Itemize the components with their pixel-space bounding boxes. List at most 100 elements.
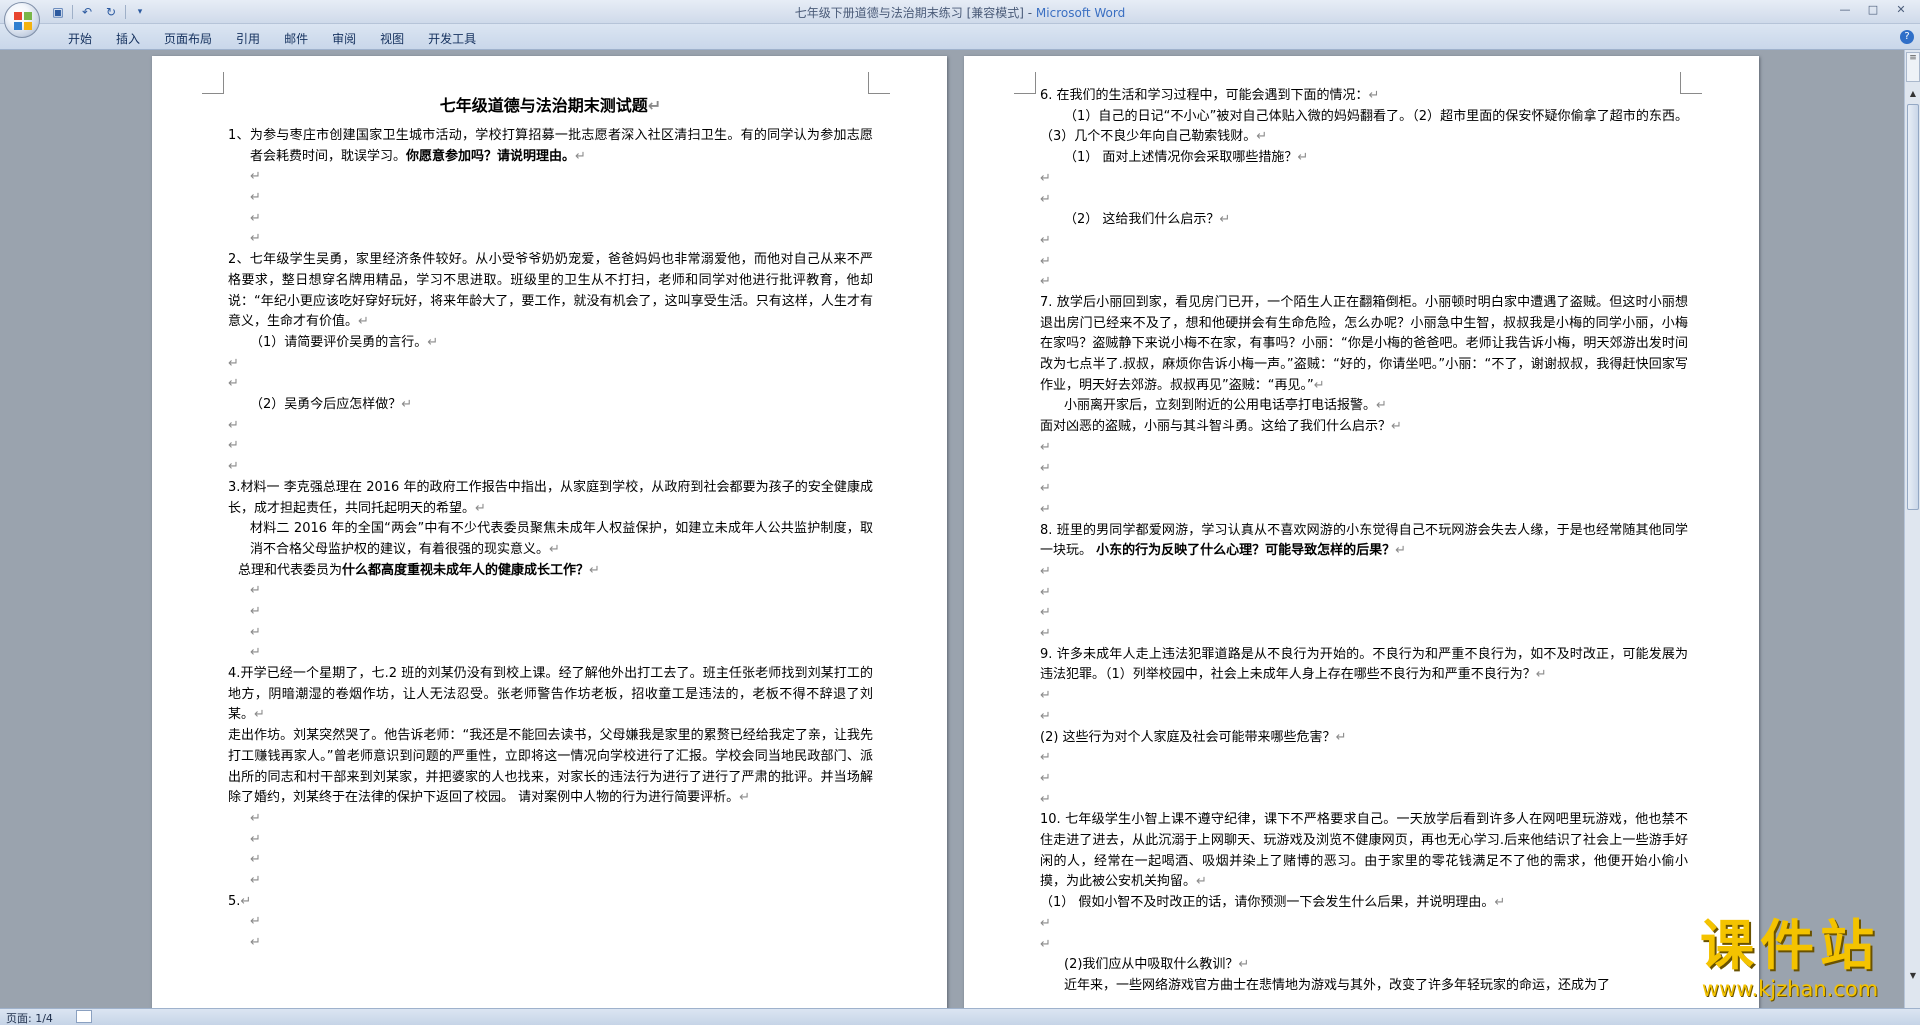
question-2: 2、七年级学生吴勇，家里经济条件较好。从小受爷爷奶奶宠爱，爸爸妈妈也非常溺爱他，…	[228, 252, 873, 330]
paragraph-mark-icon: ↵	[1040, 688, 1051, 704]
empty-line: ↵	[228, 416, 873, 437]
paragraph-mark-icon: ↵	[250, 583, 261, 599]
paragraph-mark-icon: ↵	[401, 397, 413, 413]
paragraph-mark-icon: ↵	[1368, 88, 1380, 103]
paragraph-mark-icon: ↵	[250, 645, 261, 661]
vertical-scrollbar[interactable]: ≡ ▲ ▼	[1904, 50, 1920, 1008]
empty-line: ↵	[228, 643, 873, 664]
empty-line: ↵	[1040, 438, 1688, 459]
paragraph-mark-icon: ↵	[1376, 398, 1387, 414]
empty-line: ↵	[1040, 231, 1688, 252]
minimize-icon[interactable]: —	[1832, 2, 1858, 18]
question-7-para-1: 7. 放学后小丽回到家，看见房门已开，一个陌生人正在翻箱倒柜。小丽顿时明白家中遭…	[1040, 294, 1688, 393]
paragraph-mark-icon: ↵	[1040, 460, 1051, 476]
paragraph-mark-icon: ↵	[589, 562, 600, 578]
paragraph-mark-icon: ↵	[1040, 708, 1051, 724]
paragraph-mark-icon: ↵	[1040, 584, 1051, 600]
scroll-thumb[interactable]	[1907, 104, 1919, 510]
empty-line: ↵	[1040, 748, 1688, 769]
empty-line: ↵	[1040, 790, 1688, 811]
document-title: 七年级下册道德与法治期末练习 [兼容模式] -	[794, 6, 1036, 20]
paragraph-mark-icon: ↵	[228, 459, 239, 475]
paragraph-mark-icon: ↵	[250, 169, 261, 185]
window-title: 七年级下册道德与法治期末练习 [兼容模式] - Microsoft Word	[0, 4, 1920, 21]
empty-line: ↵	[1040, 686, 1688, 707]
tab-references[interactable]: 引用	[224, 28, 272, 49]
paragraph-mark-icon: ↵	[1040, 915, 1051, 931]
office-button[interactable]	[4, 2, 40, 38]
paragraph-mark-icon: ↵	[1335, 729, 1347, 745]
close-icon[interactable]: ✕	[1888, 2, 1914, 18]
paragraph-mark-icon: ↵	[427, 334, 439, 350]
empty-line: ↵	[1040, 914, 1688, 935]
question-3-material-1: 3.材料一 李克强总理在 2016 年的政府工作报告中指出，从家庭到学校，从政府…	[228, 479, 873, 516]
paragraph-mark-icon: ↵	[250, 604, 261, 620]
empty-line: ↵	[1040, 707, 1688, 728]
question-5: 5.↵	[228, 893, 252, 909]
paragraph-mark-icon: ↵	[1040, 274, 1051, 290]
paragraph-mark-icon: ↵	[228, 355, 239, 371]
spell-check-icon[interactable]	[76, 1010, 92, 1023]
paragraph-mark-icon: ↵	[250, 624, 261, 640]
tab-page-layout[interactable]: 页面布局	[152, 28, 224, 49]
paragraph-mark-icon: ↵	[250, 811, 261, 826]
paragraph-mark-icon: ↵	[1040, 770, 1051, 786]
paragraph-mark-icon: ↵	[254, 707, 265, 723]
paragraph-mark-icon: ↵	[1040, 232, 1051, 248]
maximize-icon[interactable]: □	[1860, 2, 1886, 18]
tab-review[interactable]: 审阅	[320, 28, 368, 49]
question-4-para-2: 走出作坊。刘某突然哭了。他告诉老师：“我还是不能回去读书，父母嫌我是家里的累赘已…	[228, 728, 873, 806]
crop-mark	[1014, 72, 1036, 94]
paragraph-mark-icon: ↵	[1040, 936, 1051, 952]
paragraph-mark-icon: ↵	[575, 148, 586, 164]
page-2[interactable]: 6. 在我们的生活和学习过程中，可能会遇到下面的情况：↵ （1）自己的日记“不小…	[964, 56, 1759, 1008]
tab-developer[interactable]: 开发工具	[416, 28, 488, 49]
app-name: Microsoft Word	[1035, 6, 1126, 20]
empty-line: ↵	[228, 167, 873, 188]
watermark: 课件站 www.kjzhan.com	[1660, 916, 1920, 1008]
question-number: 1、	[228, 128, 250, 143]
help-icon[interactable]: ?	[1900, 30, 1914, 44]
page-counter[interactable]: 页面: 1/4	[6, 1010, 53, 1025]
paragraph-mark-icon: ↵	[250, 210, 261, 226]
empty-line: ↵	[1040, 603, 1688, 624]
question-7-prompt: 面对凶恶的盗贼，小丽与其斗智斗勇。这给了我们什么启示？↵	[1040, 419, 1402, 435]
empty-line: ↵	[228, 623, 873, 644]
paragraph-mark-icon: ↵	[250, 914, 261, 930]
view-ruler-icon[interactable]: ≡	[1906, 52, 1920, 82]
tab-mailings[interactable]: 邮件	[272, 28, 320, 49]
empty-line: ↵	[228, 436, 873, 457]
question-10-continued: 近年来，一些网络游戏官方曲士在悲情地为游戏与其外，改变了许多年轻玩家的命运，还成…	[1064, 977, 1611, 993]
empty-line: ↵	[1040, 252, 1688, 273]
empty-line: ↵	[1040, 562, 1688, 583]
paragraph-mark-icon: ↵	[1040, 791, 1051, 807]
document-area[interactable]: 七年级道德与法治期末测试题↵ 1、为参与枣庄市创建国家卫生城市活动，学校打算招募…	[0, 50, 1904, 1008]
empty-line: ↵	[228, 581, 873, 602]
page-2-content[interactable]: 6. 在我们的生活和学习过程中，可能会遇到下面的情况：↵ （1）自己的日记“不小…	[1040, 86, 1688, 997]
page-1-content[interactable]: 七年级道德与法治期末测试题↵ 1、为参与枣庄市创建国家卫生城市活动，学校打算招募…	[228, 86, 873, 954]
tab-view[interactable]: 视图	[368, 28, 416, 49]
crop-mark	[202, 72, 224, 94]
empty-line: ↵	[1040, 583, 1688, 604]
paragraph-mark-icon: ↵	[1040, 605, 1051, 621]
paragraph-mark-icon: ↵	[739, 790, 751, 806]
question-10-sub-2: (2)我们应从中吸取什么教训？↵	[1064, 957, 1250, 973]
empty-line: ↵	[228, 850, 873, 871]
ribbon: 开始 插入 页面布局 引用 邮件 审阅 视图 开发工具 ?	[0, 24, 1920, 50]
empty-line: ↵	[228, 209, 873, 230]
paragraph-mark-icon: ↵	[1040, 253, 1051, 269]
page-1[interactable]: 七年级道德与法治期末测试题↵ 1、为参与枣庄市创建国家卫生城市活动，学校打算招募…	[152, 56, 947, 1008]
question-9: 9. 许多未成年人走上违法犯罪道路是从不良行为开始的。不良行为和严重不良行为，如…	[1040, 646, 1688, 683]
paragraph-mark-icon: ↵	[1395, 543, 1407, 559]
paragraph-mark-icon: ↵	[1535, 667, 1547, 683]
paragraph-mark-icon: ↵	[250, 831, 261, 847]
tab-home[interactable]: 开始	[56, 28, 104, 49]
empty-line: ↵	[228, 457, 873, 478]
paragraph-mark-icon: ↵	[1219, 212, 1231, 228]
tab-insert[interactable]: 插入	[104, 28, 152, 49]
question-6-sub-2: （2） 这给我们什么启示？↵	[1064, 212, 1231, 228]
scroll-up-icon[interactable]: ▲	[1906, 86, 1920, 102]
paragraph-mark-icon: ↵	[1040, 501, 1051, 517]
paragraph-mark-icon: ↵	[358, 314, 369, 330]
question-6-intro: 6. 在我们的生活和学习过程中，可能会遇到下面的情况：↵	[1040, 88, 1380, 103]
